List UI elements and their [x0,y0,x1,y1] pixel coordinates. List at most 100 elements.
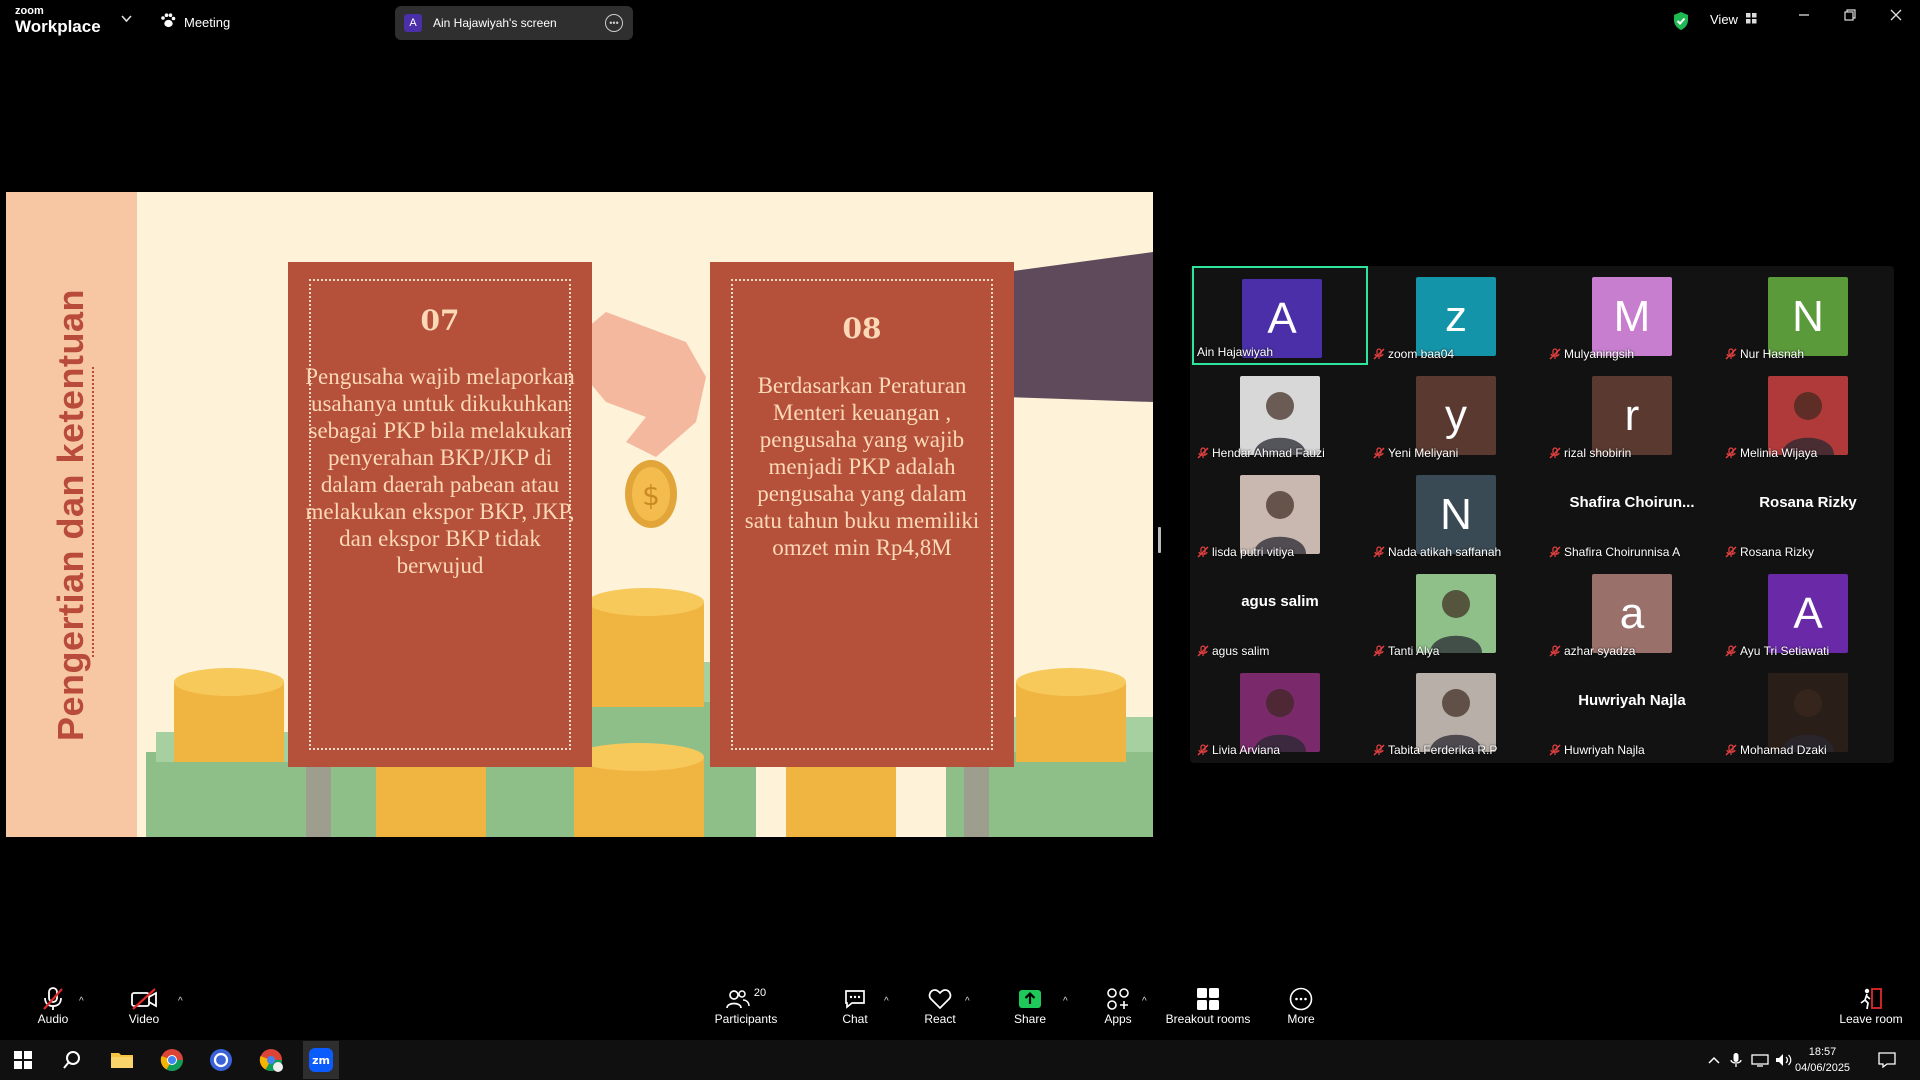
notification-icon[interactable] [1873,1046,1901,1074]
chrome-profile-icon[interactable] [257,1046,285,1074]
breakout-rooms-icon [1160,986,1256,1012]
mic-muted-icon [1197,744,1209,756]
mic-muted-icon [1373,744,1385,756]
clock-date: 04/06/2025 [1795,1062,1851,1074]
view-label: View [1710,12,1738,27]
mic-muted-icon [1725,546,1737,558]
leave-room-button[interactable]: Leave room [1836,986,1906,1026]
apps-options-caret[interactable]: ^ [1142,996,1147,1007]
participant-photo [1416,574,1496,653]
share-options-caret[interactable]: ^ [1063,996,1068,1007]
chevron-down-icon[interactable] [121,14,132,26]
share-button[interactable]: Share [1010,986,1050,1026]
zoom-taskbar-icon[interactable]: zm [303,1041,339,1079]
audio-button[interactable]: Audio [33,986,73,1026]
participants-label: Participants [714,1012,778,1026]
restore-icon[interactable] [1838,8,1862,25]
info-card-07: 07 Pengusaha wajib melaporkan usahanya u… [288,262,592,767]
participant-tile[interactable]: Rosana Rizky Rosana Rizky [1720,464,1896,563]
participant-name-tag: Tabita Ferderika R.P [1373,743,1497,757]
participant-tile[interactable]: Livia Arviana [1192,662,1368,761]
svg-text:$: $ [642,479,660,512]
more-options-icon[interactable]: ••• [605,14,623,32]
meeting-menu[interactable]: Meeting [160,13,230,31]
audio-label: Audio [37,1012,69,1026]
file-explorer-icon[interactable] [108,1046,136,1074]
participant-name-tag: Yeni Meliyani [1373,446,1458,460]
participant-tile[interactable]: Tabita Ferderika R.P [1368,662,1544,761]
participant-name: azhar syadza [1564,644,1636,658]
participant-tile[interactable]: Huwriyah Najla Huwriyah Najla [1544,662,1720,761]
participant-display-name: Shafira Choirun... [1569,494,1695,511]
card-text: Berdasarkan Peraturan Menteri keuangan ,… [744,373,980,560]
title-bar: zoom Workplace Meeting A Ain Hajawiyah's… [0,0,1920,44]
chat-button[interactable]: Chat [835,986,875,1026]
breakout-rooms-label: Breakout rooms [1165,1012,1251,1026]
participant-tile[interactable]: A Ayu Tri Setiawati [1720,563,1896,662]
participant-tile[interactable]: Hendar Ahmad Fauzi [1192,365,1368,464]
participant-tile[interactable]: lisda putri vitiya [1192,464,1368,563]
participant-name-tag: zoom baa04 [1373,347,1454,361]
apps-button[interactable]: Apps [1098,986,1138,1026]
audio-options-caret[interactable]: ^ [79,996,84,1007]
participant-tile[interactable]: N Nada atikah saffanah [1368,464,1544,563]
apps-icon [1098,986,1138,1012]
participant-name-tag: azhar syadza [1549,644,1635,658]
participant-tile[interactable]: z zoom baa04 [1368,266,1544,365]
participant-tile[interactable]: Mohamad Dzaki [1720,662,1896,761]
volume-icon[interactable] [1770,1046,1798,1074]
zoom-logo: zoom Workplace [15,6,101,36]
paw-icon [160,13,176,31]
system-clock[interactable]: 18:57 04/06/2025 [1795,1044,1850,1076]
view-button[interactable]: View [1710,12,1757,27]
participant-tile[interactable]: M Mulyaningsih [1544,266,1720,365]
participant-tile[interactable]: agus salim agus salim [1192,563,1368,662]
mic-muted-icon [33,986,73,1012]
video-options-caret[interactable]: ^ [178,996,183,1007]
close-icon[interactable] [1884,8,1908,25]
participant-name: Livia Arviana [1212,743,1281,757]
chat-options-caret[interactable]: ^ [884,996,889,1007]
participant-tile[interactable]: Tanti Alya [1368,563,1544,662]
split-view-handle[interactable] [1158,527,1161,553]
react-label: React [924,1012,956,1026]
react-button[interactable]: React [920,986,960,1026]
participant-tile[interactable]: r rizal shobirin [1544,365,1720,464]
react-options-caret[interactable]: ^ [965,996,970,1007]
participant-name: zoom baa04 [1388,347,1455,361]
participant-name: Tabita Ferderika R.P [1388,743,1498,757]
sharer-avatar: A [404,14,422,32]
leave-door-icon [1836,986,1906,1012]
participant-tile[interactable]: N Nur Hasnah [1720,266,1896,365]
participant-name-tag: Shafira Choirunnisa A [1549,545,1680,559]
participant-name: Mohamad Dzaki [1740,743,1827,757]
participant-photo [1240,376,1320,455]
participants-count: 20 [753,987,767,999]
participant-tile[interactable]: y Yeni Meliyani [1368,365,1544,464]
video-button[interactable]: Video [124,986,164,1026]
participant-avatar: N [1416,475,1496,554]
participant-name-tag: Nada atikah saffanah [1373,545,1501,559]
participants-button[interactable]: 20 Participants [713,986,779,1026]
mic-muted-icon [1725,645,1737,657]
participant-name-tag: Huwriyah Najla [1549,743,1645,757]
participant-name-tag: Mulyaningsih [1549,347,1634,361]
chrome-icon[interactable] [158,1046,186,1074]
encryption-shield-icon[interactable] [1672,11,1690,36]
participant-tile[interactable]: Shafira Choirun... Shafira Choirunnisa A [1544,464,1720,563]
participant-tile[interactable]: a azhar syadza [1544,563,1720,662]
mic-muted-icon [1373,645,1385,657]
participant-tile[interactable]: Melinia Wijaya [1720,365,1896,464]
leave-room-label: Leave room [1839,1012,1903,1026]
minimize-icon[interactable] [1792,8,1816,25]
search-icon[interactable] [58,1046,86,1074]
windows-start-icon[interactable] [9,1046,37,1074]
apps-label: Apps [1104,1012,1132,1026]
breakout-rooms-button[interactable]: Breakout rooms [1160,986,1256,1026]
more-button[interactable]: More [1281,986,1321,1026]
participant-display-name: Rosana Rizky [1759,494,1857,511]
info-card-08: 08 Berdasarkan Peraturan Menteri keuanga… [710,262,1014,767]
screen-share-pill[interactable]: A Ain Hajawiyah's screen ••• [395,6,633,40]
browser-icon[interactable] [207,1046,235,1074]
participant-tile[interactable]: A Ain Hajawiyah [1192,266,1368,365]
